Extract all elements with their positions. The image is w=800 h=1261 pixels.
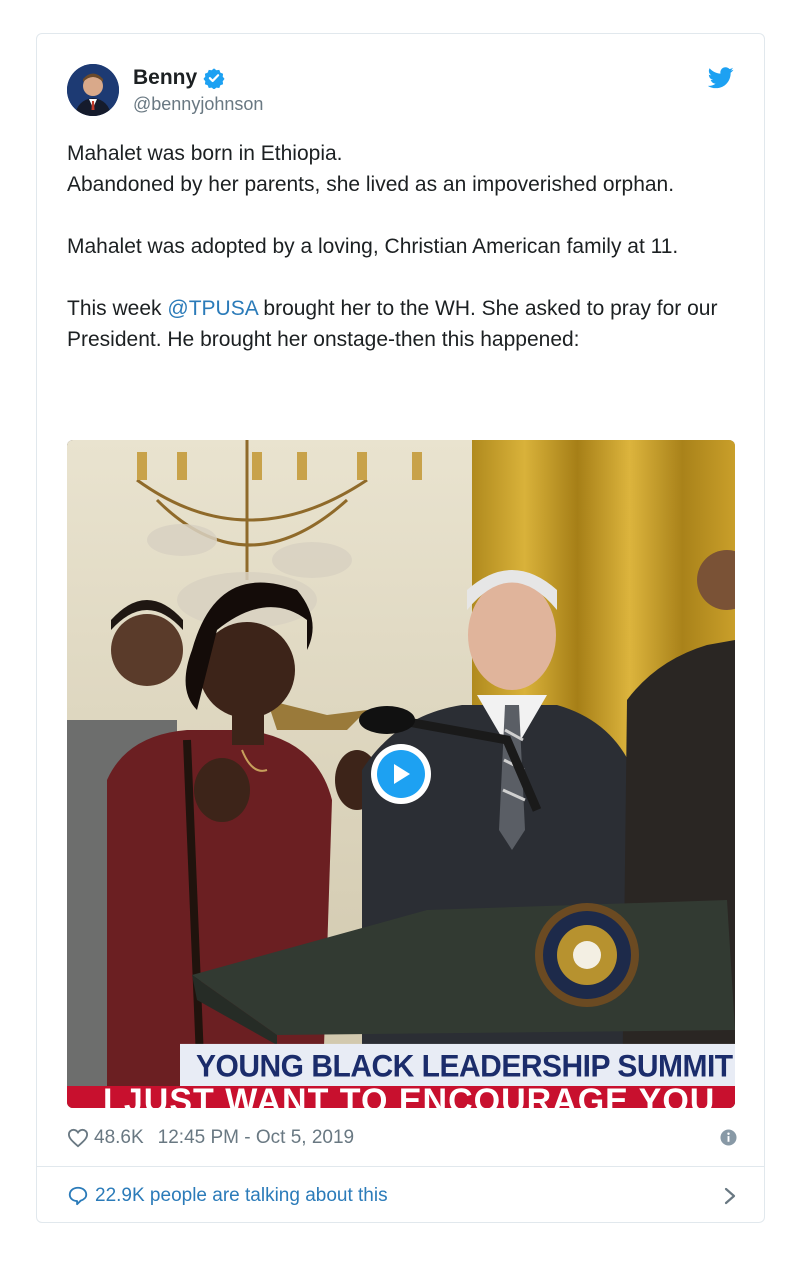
divider [37,1166,764,1167]
tweet-card: Benny @bennyjohnson Mahalet was born in … [36,33,765,1223]
video-player[interactable]: YOUNG BLACK LEADERSHIP SUMMIT I JUST WAN… [67,440,735,1108]
info-icon[interactable] [720,1129,737,1146]
tweet-text-part1: Mahalet was born in Ethiopia. Abandoned … [67,142,679,320]
tweet-timestamp[interactable]: 12:45 PM - Oct 5, 2019 [158,1127,354,1149]
author-name-row[interactable]: Benny [133,66,225,90]
chevron-right-icon[interactable] [723,1186,737,1206]
heart-icon[interactable] [67,1128,89,1148]
twitter-bird-icon[interactable] [708,67,734,89]
conversation-text[interactable]: 22.9K people are talking about this [95,1185,388,1207]
verified-badge-icon [203,68,225,89]
author-name[interactable]: Benny [133,66,197,90]
avatar-image [67,64,119,116]
video-ticker: I JUST WANT TO ENCOURAGE YOU [67,1086,735,1108]
mention-link[interactable]: @TPUSA [167,297,257,320]
video-lower-third: YOUNG BLACK LEADERSHIP SUMMIT [180,1043,735,1090]
like-count[interactable]: 48.6K [94,1127,144,1149]
play-button-inner [377,750,425,798]
conversation-link[interactable]: 22.9K people are talking about this [67,1182,737,1210]
tweet-text: Mahalet was born in Ethiopia. Abandoned … [67,138,737,355]
author-handle[interactable]: @bennyjohnson [133,94,263,115]
play-icon [394,764,410,784]
avatar[interactable] [67,64,119,116]
speech-bubble-icon [68,1186,88,1206]
play-button[interactable] [371,744,431,804]
tweet-meta-row: 48.6K 12:45 PM - Oct 5, 2019 [67,1126,737,1150]
